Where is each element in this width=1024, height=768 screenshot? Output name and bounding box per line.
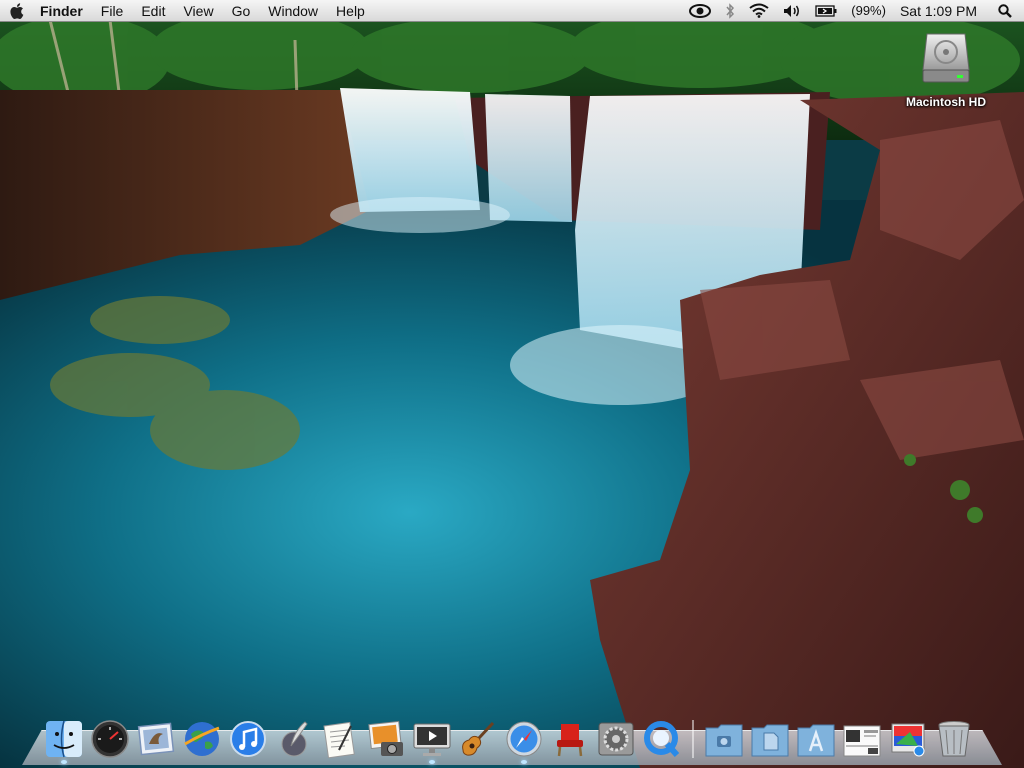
finder-icon [46,720,82,758]
battery-percent[interactable]: (99%) [844,0,893,22]
spotlight-search-icon[interactable] [984,0,1024,22]
mail-icon [137,722,175,756]
menu-bar: Finder File Edit View Go Window Help (99… [0,0,1024,22]
chair-icon [557,724,583,757]
system-preferences-icon [598,722,634,756]
dock-item-safari[interactable] [504,714,544,764]
desktop-wallpaper [0,0,1024,768]
dock-item-mail[interactable] [136,714,176,758]
dock-item-trash[interactable] [934,714,974,758]
documents-folder-icon [751,724,789,757]
trash-icon [938,721,970,757]
dock-item-applications-folder[interactable] [796,714,836,758]
quill-icon [281,721,308,757]
dock [44,708,974,764]
stack-icon [891,723,925,757]
dock-item-garageband[interactable] [458,714,498,758]
safari-icon [506,721,542,757]
running-indicator [521,760,527,764]
dock-separator [692,720,694,758]
menu-app-name[interactable]: Finder [36,0,92,22]
dock-item-dashboard[interactable] [90,714,130,758]
preview-icon [843,725,881,757]
eye-icon[interactable] [682,0,718,22]
dock-item-iphoto[interactable] [366,714,406,758]
battery-icon[interactable] [808,0,844,22]
dock-item-stack[interactable] [888,714,928,758]
dock-item-globe[interactable] [182,714,222,758]
status-area: (99%) Sat 1:09 PM [682,0,1024,22]
dock-item-textedit[interactable] [320,714,360,758]
running-indicator [61,760,67,764]
volume-icon[interactable] [776,0,808,22]
menu-view[interactable]: View [174,0,222,22]
menu-help[interactable]: Help [327,0,374,22]
running-indicator [429,760,435,764]
dock-item-script-editor[interactable] [274,714,314,758]
iphoto-icon [368,720,403,756]
dock-item-system-preferences[interactable] [596,714,636,758]
bluetooth-icon[interactable] [718,0,742,22]
menu-edit[interactable]: Edit [132,0,174,22]
desktop-icon-macintosh-hd[interactable]: Macintosh HD [892,30,1000,109]
dashboard-icon [91,720,129,758]
dock-item-preview[interactable] [842,714,882,758]
itunes-icon [230,721,266,757]
dock-item-quicktime[interactable] [642,714,682,758]
dock-item-documents-folder[interactable] [750,714,790,758]
applications-folder-icon [797,724,835,757]
textedit-icon [323,721,355,758]
quicktime-icon [644,721,680,758]
desktop-icon-label: Macintosh HD [905,95,986,109]
clock[interactable]: Sat 1:09 PM [893,0,984,22]
menu-window[interactable]: Window [259,0,327,22]
dock-item-front-row[interactable] [412,714,452,764]
dock-item-itunes[interactable] [228,714,268,758]
dock-item-finder[interactable] [44,714,84,764]
globe-icon [184,722,220,756]
dock-item-pictures-folder[interactable] [704,714,744,758]
apple-icon[interactable] [0,0,36,22]
guitar-icon [462,721,495,756]
menu-file[interactable]: File [92,0,133,22]
hard-drive-icon [919,30,973,91]
dock-item-chair[interactable] [550,714,590,758]
pictures-folder-icon [705,724,743,757]
frontrow-icon [413,723,451,756]
menu-go[interactable]: Go [223,0,260,22]
wifi-icon[interactable] [742,0,776,22]
